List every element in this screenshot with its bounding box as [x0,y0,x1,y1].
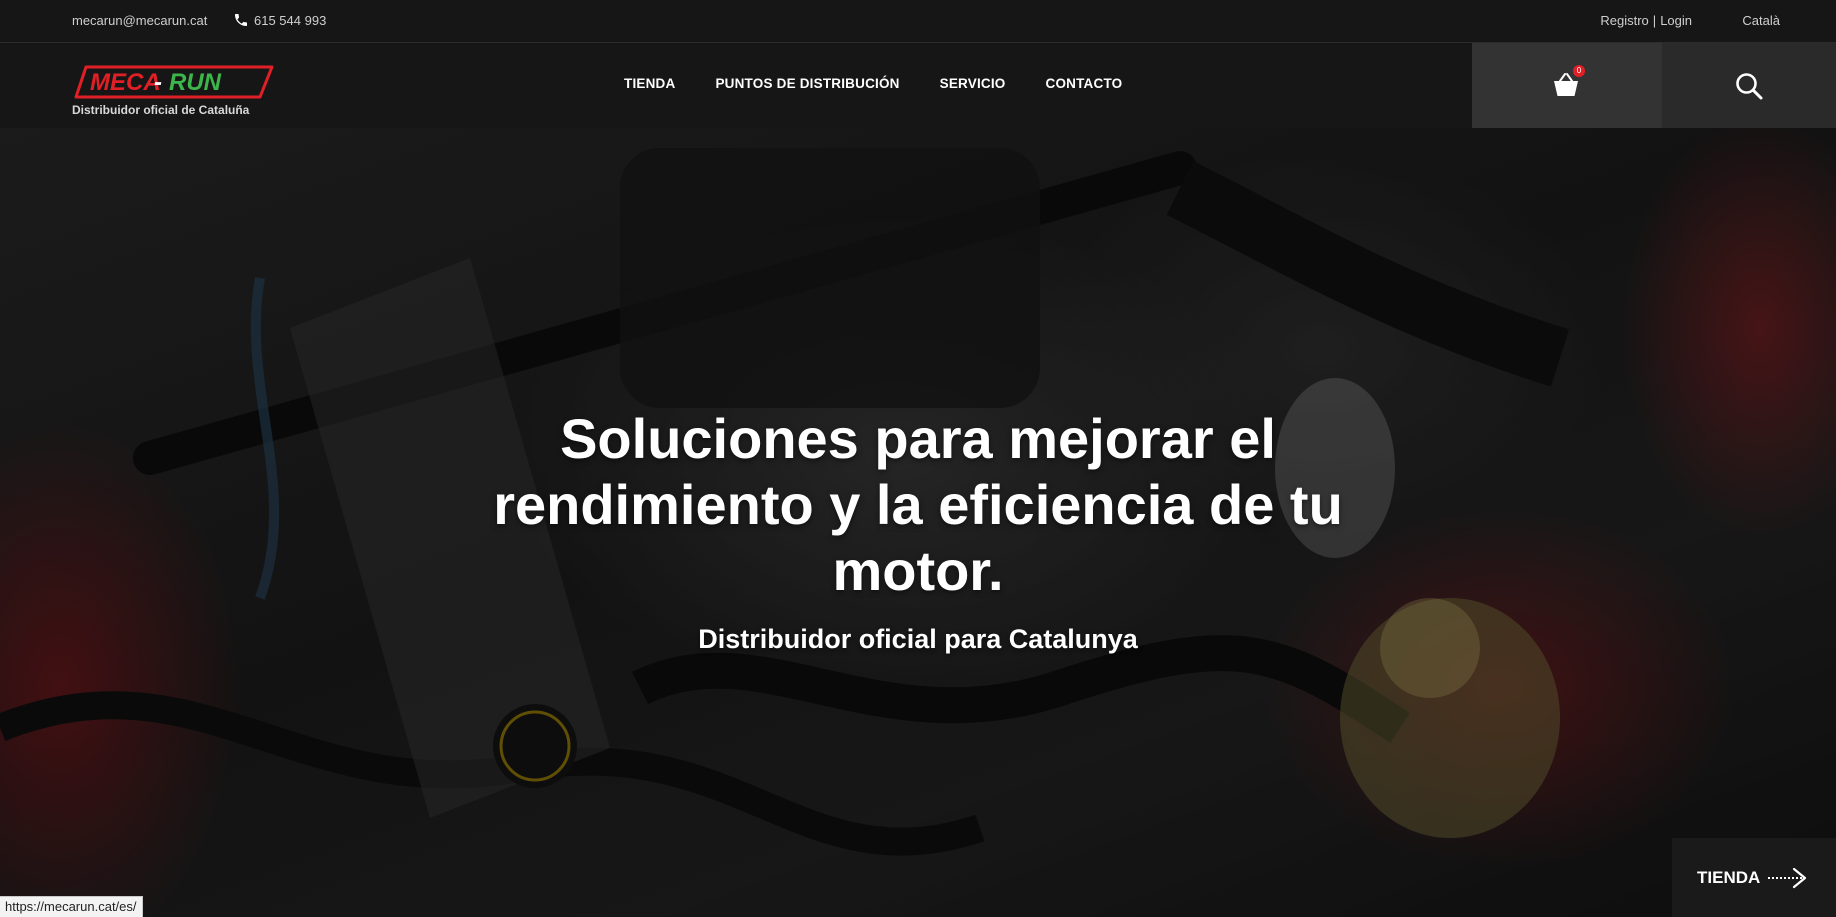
search-icon [1736,72,1763,99]
svg-text:-: - [154,69,162,96]
arrow-right-icon [1768,867,1807,888]
cart-icon: 0 [1552,64,1585,100]
nav-tienda[interactable]: TIENDA [624,76,675,91]
cart-count-badge: 0 [1573,64,1585,77]
top-bar: mecarun@mecarun.cat 615 544 993 Registro… [0,0,1836,43]
logo-subtitle: Distribuidor oficial de Cataluña [72,103,250,117]
main-header: MECA - RUN Distribuidor oficial de Catal… [0,43,1836,128]
login-link[interactable]: Login [1660,13,1692,28]
register-link[interactable]: Registro [1600,13,1648,28]
hero-banner: Soluciones para mejorar el rendimiento y… [0,128,1836,917]
nav-servicio[interactable]: SERVICIO [940,76,1006,91]
link-status-bar: https://mecarun.cat/es/ [0,896,143,917]
contact-email[interactable]: mecarun@mecarun.cat [72,13,207,28]
svg-text:RUN: RUN [169,69,222,96]
tienda-cta-label: TIENDA [1697,867,1761,887]
tienda-cta-button[interactable]: TIENDA [1672,838,1836,917]
hero-title: Soluciones para mejorar el rendimiento y… [493,407,1343,602]
svg-text:MECA: MECA [90,69,161,96]
nav-puntos-distribucion[interactable]: PUNTOS DE DISTRIBUCIÓN [715,76,899,91]
search-button[interactable] [1662,43,1836,128]
language-switcher[interactable]: Català [1742,13,1780,28]
phone-number: 615 544 993 [254,12,327,28]
logo-mark: MECA - RUN [74,65,274,99]
phone-icon [235,14,247,26]
cart-button[interactable]: 0 [1472,43,1662,128]
contact-phone[interactable]: 615 544 993 [233,12,326,28]
auth-separator: | [1652,13,1657,28]
site-logo[interactable]: MECA - RUN Distribuidor oficial de Catal… [72,63,282,123]
hero-subtitle: Distribuidor oficial para Catalunya [698,624,1138,654]
auth-links: Registro | Login [1600,13,1692,28]
nav-contacto[interactable]: CONTACTO [1046,76,1123,91]
main-nav: TIENDA PUNTOS DE DISTRIBUCIÓN SERVICIO C… [624,76,1122,91]
